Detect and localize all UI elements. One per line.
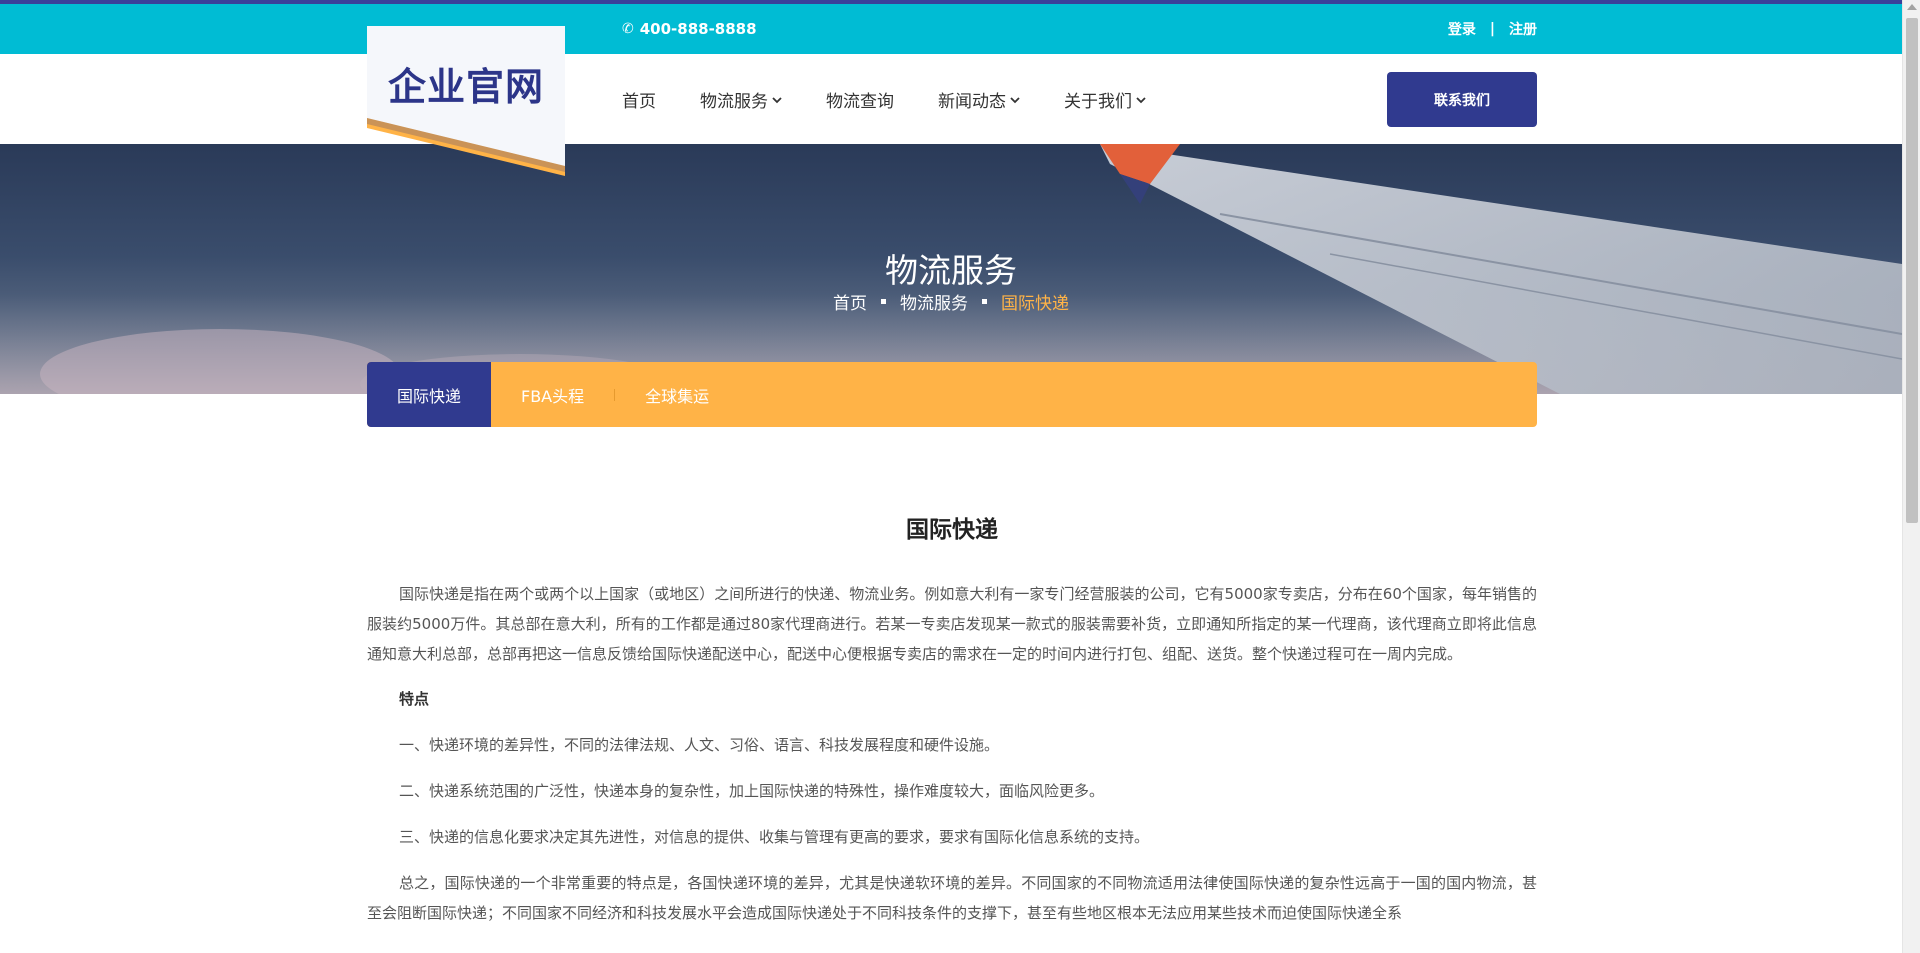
breadcrumb: 首页 物流服务 国际快递	[0, 289, 1902, 314]
breadcrumb-logistics-services[interactable]: 物流服务	[900, 289, 968, 314]
phone-contact: ✆ 400-888-8888	[622, 4, 757, 54]
chevron-down-icon	[1136, 94, 1146, 107]
tab-global-consolidation[interactable]: 全球集运	[615, 362, 739, 427]
nav-item-about-us[interactable]: 关于我们	[1064, 87, 1146, 112]
site-logo[interactable]: 企业官网	[367, 26, 565, 176]
nav-item-label: 物流服务	[700, 91, 768, 112]
breadcrumb-home[interactable]: 首页	[833, 289, 867, 314]
tab-fba-first-leg[interactable]: FBA头程	[491, 362, 614, 427]
article-intro: 国际快递是指在两个或两个以上国家（或地区）之间所进行的快递、物流业务。例如意大利…	[367, 585, 1537, 663]
breadcrumb-current: 国际快递	[1001, 294, 1069, 314]
nav-item-news[interactable]: 新闻动态	[938, 87, 1020, 112]
page-scrollbar[interactable]	[1902, 0, 1920, 953]
top-bar: ✆ 400-888-8888 登录 | 注册	[0, 0, 1902, 54]
features-heading: 特点	[399, 690, 430, 708]
breadcrumb-separator	[881, 299, 886, 304]
logo-text: 企业官网	[387, 65, 544, 109]
nav-item-label: 物流查询	[826, 91, 894, 112]
feature-point: 二、快递系统范围的广泛性，快递本身的复杂性，加上国际快递的特殊性，操作难度较大，…	[399, 782, 1105, 800]
nav-item-logistics-query[interactable]: 物流查询	[826, 87, 894, 112]
page-banner: 物流服务 首页 物流服务 国际快递	[0, 144, 1902, 394]
contact-us-button[interactable]: 联系我们	[1387, 72, 1537, 127]
nav-item-label: 新闻动态	[938, 91, 1006, 112]
phone-number: 400-888-8888	[639, 20, 757, 38]
main-nav: 首页 物流服务 物流查询 新闻动态 关于我们	[622, 54, 1190, 144]
feature-point: 一、快递环境的差异性，不同的法律法规、人文、习俗、语言、科技发展程度和硬件设施。	[399, 736, 1000, 754]
scrollbar-thumb[interactable]	[1906, 18, 1918, 523]
chevron-down-icon	[1010, 94, 1020, 107]
article: 国际快递 国际快递是指在两个或两个以上国家（或地区）之间所进行的快递、物流业务。…	[367, 510, 1537, 928]
tab-international-express[interactable]: 国际快递	[367, 362, 491, 427]
nav-item-label: 首页	[622, 91, 656, 112]
page: ✆ 400-888-8888 登录 | 注册 首页 物流服务 物流查询 新闻动态…	[0, 0, 1902, 953]
breadcrumb-separator	[982, 299, 987, 304]
register-link[interactable]: 注册	[1509, 19, 1537, 39]
banner-title: 物流服务	[885, 251, 1017, 290]
nav-item-home[interactable]: 首页	[622, 87, 656, 112]
category-tabs: 国际快递 FBA头程 全球集运	[367, 362, 1537, 427]
phone-icon: ✆	[622, 21, 634, 37]
nav-item-logistics-services[interactable]: 物流服务	[700, 87, 782, 112]
login-link[interactable]: 登录	[1448, 19, 1476, 39]
auth-divider: |	[1489, 21, 1495, 37]
feature-point: 三、快递的信息化要求决定其先进性，对信息的提供、收集与管理有更高的要求，要求有国…	[399, 828, 1150, 846]
auth-links: 登录 | 注册	[1448, 4, 1537, 54]
chevron-down-icon	[772, 94, 782, 107]
article-title: 国际快递	[906, 517, 998, 543]
scroll-up-arrow-icon[interactable]	[1907, 4, 1917, 10]
header: 首页 物流服务 物流查询 新闻动态 关于我们 联系我们	[0, 54, 1902, 144]
nav-item-label: 关于我们	[1064, 91, 1132, 112]
article-summary: 总之，国际快递的一个非常重要的特点是，各国快递环境的差异，尤其是快递软环境的差异…	[367, 874, 1537, 922]
